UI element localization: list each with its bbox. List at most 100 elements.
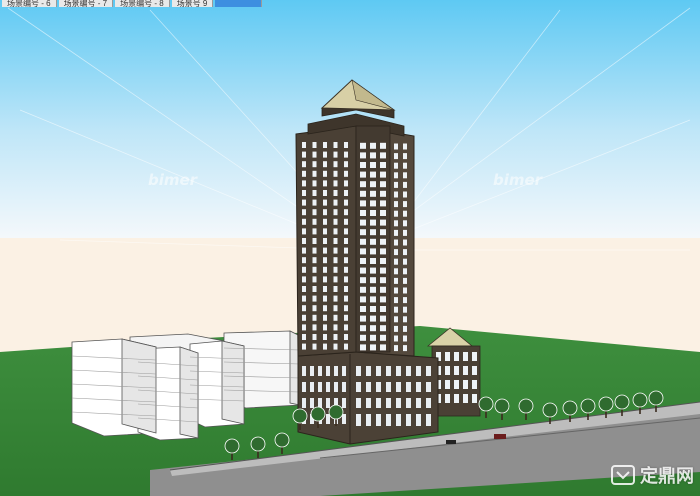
window	[403, 345, 407, 352]
window	[323, 334, 327, 340]
window	[323, 199, 327, 206]
window	[380, 248, 386, 255]
tree	[310, 406, 326, 422]
window	[370, 286, 376, 293]
window	[403, 143, 407, 150]
scene-tab-active[interactable]	[215, 0, 263, 7]
window	[403, 249, 407, 256]
window	[344, 334, 348, 340]
window	[333, 247, 338, 254]
window	[344, 180, 348, 187]
scene-tab[interactable]: 场景号 9	[171, 0, 214, 7]
window	[344, 238, 348, 244]
window	[333, 257, 338, 264]
window	[394, 153, 398, 160]
window	[344, 305, 348, 312]
window	[394, 297, 398, 304]
window	[380, 162, 386, 168]
window	[360, 334, 366, 341]
window	[312, 324, 317, 331]
window	[302, 170, 306, 177]
scene-tabs: 场景编号 - 6 场景编号 - 7 场景编号 - 8 场景号 9	[0, 0, 263, 7]
window	[370, 200, 376, 207]
model-viewport[interactable]: 场景编号 - 6 场景编号 - 7 场景编号 - 8 场景号 9 bimer b…	[0, 0, 700, 496]
window	[380, 210, 386, 216]
scene-tab[interactable]: 场景编号 - 7	[58, 0, 114, 7]
window	[380, 258, 386, 264]
window	[380, 181, 386, 188]
logo-icon	[611, 465, 635, 485]
window	[344, 218, 348, 225]
window	[403, 335, 407, 342]
window	[403, 287, 407, 294]
window	[323, 161, 327, 168]
window	[312, 228, 317, 235]
window	[323, 295, 327, 302]
window	[403, 210, 407, 217]
window	[403, 258, 407, 265]
window	[312, 142, 317, 148]
tree	[580, 398, 596, 414]
tree	[614, 394, 630, 410]
window	[394, 210, 398, 217]
window	[394, 335, 398, 342]
tree	[250, 436, 266, 452]
window	[333, 228, 338, 235]
window	[344, 295, 348, 302]
window	[370, 229, 376, 236]
window	[312, 266, 317, 273]
window	[394, 143, 398, 150]
scene-tab[interactable]: 场景编号 - 6	[2, 0, 57, 7]
window	[403, 239, 407, 246]
window	[323, 190, 327, 196]
window	[333, 151, 338, 158]
window	[380, 306, 386, 312]
window	[380, 267, 386, 274]
window	[370, 306, 376, 312]
3d-scene	[0, 0, 700, 496]
window	[333, 266, 338, 273]
window	[323, 238, 327, 244]
window	[403, 316, 407, 323]
window	[344, 276, 348, 283]
window	[333, 199, 338, 206]
window	[360, 219, 366, 226]
window	[370, 210, 376, 216]
window	[323, 343, 327, 350]
window	[323, 228, 327, 235]
window	[394, 249, 398, 256]
window	[312, 209, 317, 216]
window	[323, 180, 327, 187]
window	[370, 238, 376, 245]
window	[360, 315, 366, 322]
window	[302, 142, 306, 148]
window	[370, 258, 376, 264]
window	[333, 276, 338, 283]
window	[333, 314, 338, 321]
window	[344, 199, 348, 206]
window	[380, 286, 386, 293]
window	[333, 238, 338, 244]
window	[380, 142, 386, 149]
window	[312, 286, 317, 292]
window	[360, 248, 366, 255]
window	[302, 257, 306, 264]
window	[394, 287, 398, 294]
window	[380, 296, 386, 303]
window	[394, 268, 398, 275]
window	[370, 190, 376, 197]
window	[333, 324, 338, 331]
window	[360, 229, 366, 236]
window	[312, 257, 317, 264]
window	[312, 218, 317, 225]
window	[370, 171, 376, 178]
scene-tab[interactable]: 场景编号 - 8	[115, 0, 170, 7]
window	[323, 305, 327, 312]
window	[394, 277, 398, 284]
window	[403, 306, 407, 313]
window	[302, 228, 306, 235]
window	[323, 286, 327, 292]
window	[370, 334, 376, 341]
window	[394, 345, 398, 352]
tree	[328, 404, 344, 420]
